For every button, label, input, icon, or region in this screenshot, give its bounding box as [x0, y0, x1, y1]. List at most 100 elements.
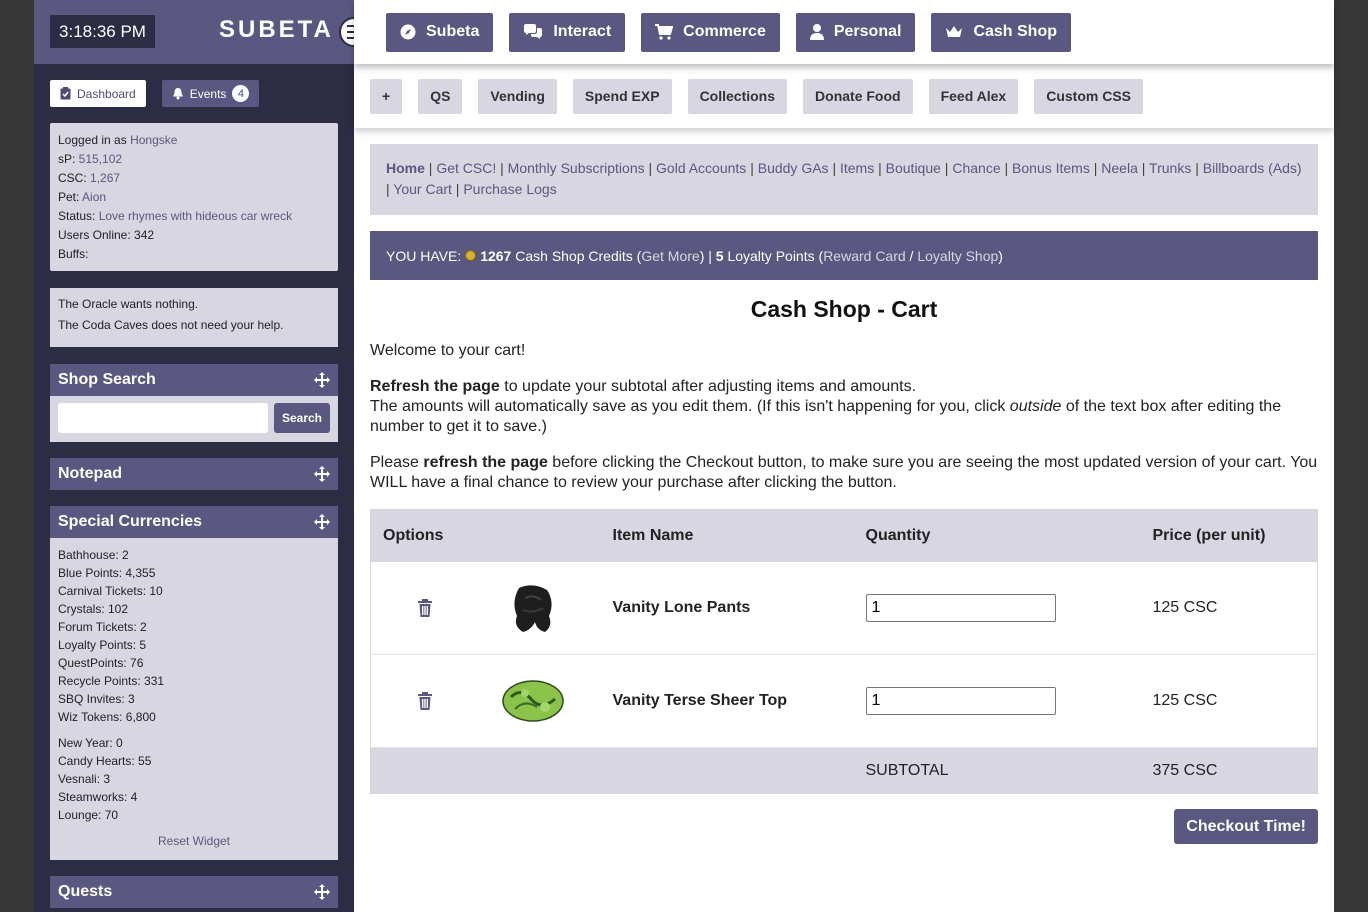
- quantity-input[interactable]: [865, 687, 1056, 715]
- link-items[interactable]: Items: [840, 160, 874, 176]
- quantity-cell: [854, 655, 1141, 748]
- link-purchase-logs[interactable]: Purchase Logs: [463, 181, 556, 197]
- csc-label: Cash Shop Credits: [515, 247, 633, 264]
- sidebar: 3:18:36 PM SUBETA Dashboard Events 4 Log…: [34, 0, 354, 912]
- nav-subeta[interactable]: Subeta: [386, 12, 494, 52]
- item-price: 125 CSC: [1152, 598, 1218, 616]
- tab-dashboard[interactable]: Dashboard: [50, 80, 146, 107]
- subnav-vending[interactable]: Vending: [478, 78, 557, 114]
- link-billboards[interactable]: Billboards (Ads): [1203, 160, 1302, 176]
- welcome-text: Welcome to your cart!: [370, 342, 526, 359]
- crown-icon: [946, 26, 963, 37]
- link-boutique[interactable]: Boutique: [886, 160, 941, 176]
- link-neela[interactable]: Neela: [1101, 160, 1138, 176]
- options-cell: [371, 562, 601, 655]
- link-trunks[interactable]: Trunks: [1149, 160, 1191, 176]
- cart-table: Options Item Name Quantity Price (per un…: [370, 509, 1318, 794]
- checkout-button[interactable]: Checkout Time!: [1174, 809, 1318, 844]
- trash-icon[interactable]: [417, 692, 433, 710]
- nav-interact[interactable]: Interact: [509, 12, 626, 52]
- tab-events[interactable]: Events 4: [161, 80, 260, 107]
- widget-title: Notepad: [58, 465, 122, 482]
- sp-label: sP:: [58, 152, 79, 166]
- top-navigation: Subeta Interact Commerce Personal Cash S…: [354, 0, 1334, 64]
- currency-item: Candy Hearts: 55: [58, 754, 152, 768]
- currency-list: Bathhouse: 2 Blue Points: 4,355 Carnival…: [58, 546, 330, 726]
- subnav-qs[interactable]: QS: [418, 78, 463, 114]
- autosave-text-a: The amounts will automatically save as y…: [370, 398, 1010, 415]
- menu-toggle-button[interactable]: [339, 17, 354, 47]
- nav-interact-label: Interact: [553, 23, 612, 40]
- buffs-label: Buffs:: [58, 247, 89, 261]
- subnav-add[interactable]: +: [370, 78, 403, 114]
- currency-item: Wiz Tokens: 6,800: [58, 710, 156, 724]
- currency-item: Recycle Points: 331: [58, 674, 165, 688]
- link-home[interactable]: Home: [386, 160, 425, 176]
- search-button[interactable]: Search: [274, 403, 330, 433]
- reward-card-link[interactable]: Reward Card: [823, 248, 905, 264]
- link-get-csc[interactable]: Get CSC!: [436, 160, 496, 176]
- site-logo[interactable]: SUBETA: [219, 16, 334, 44]
- item-name: Vanity Lone Pants: [612, 598, 751, 616]
- csc-value-link[interactable]: 1,267: [90, 171, 120, 185]
- move-icon[interactable]: [314, 514, 330, 530]
- bell-icon: [172, 88, 183, 100]
- nav-cash-shop[interactable]: Cash Shop: [931, 12, 1071, 52]
- widget-title: Shop Search: [58, 371, 156, 388]
- status-link[interactable]: Love rhymes with hideous car wreck: [99, 209, 292, 223]
- item-image-top: [502, 680, 564, 722]
- link-monthly-subscriptions[interactable]: Monthly Subscriptions: [508, 160, 645, 176]
- subnav-custom-css[interactable]: Custom CSS: [1034, 78, 1143, 114]
- widget-header[interactable]: Shop Search: [50, 364, 338, 396]
- users-online-value: 342: [134, 228, 155, 242]
- widget-header[interactable]: Notepad: [50, 458, 338, 490]
- header-price: Price (per unit): [1152, 526, 1266, 544]
- item-name: Vanity Terse Sheer Top: [612, 692, 788, 709]
- reset-widget-link[interactable]: Reset Widget: [50, 832, 338, 850]
- move-icon[interactable]: [314, 372, 330, 388]
- status-label: Status:: [58, 209, 99, 223]
- subnav-feed-alex[interactable]: Feed Alex: [928, 78, 1019, 114]
- currency-item: New Year: 0: [58, 736, 123, 750]
- link-your-cart[interactable]: Your Cart: [393, 181, 452, 197]
- nav-commerce[interactable]: Commerce: [641, 12, 780, 52]
- please-text-a: Please: [370, 454, 424, 471]
- please-bold: refresh the page: [423, 454, 548, 471]
- move-icon[interactable]: [314, 884, 330, 900]
- widget-header[interactable]: Special Currencies: [50, 506, 338, 538]
- get-more-link[interactable]: Get More: [641, 248, 699, 264]
- currency-item: Crystals: 102: [58, 602, 129, 616]
- link-bonus-items[interactable]: Bonus Items: [1012, 160, 1090, 176]
- loyalty-shop-link[interactable]: Loyalty Shop: [917, 248, 998, 264]
- trash-icon[interactable]: [417, 598, 433, 617]
- header-quantity: Quantity: [865, 526, 931, 544]
- shopping-cart-icon: [655, 24, 674, 40]
- currency-item: Loyalty Points: 5: [58, 638, 147, 652]
- nav-personal[interactable]: Personal: [795, 12, 916, 52]
- item-price: 125 CSC: [1152, 692, 1218, 709]
- pet-link[interactable]: Aion: [82, 190, 106, 204]
- subtotal-row: SUBTOTAL 375 CSC: [370, 747, 1318, 794]
- cart-row: Vanity Terse Sheer Top 125 CSC: [370, 655, 1318, 748]
- subnav-collections[interactable]: Collections: [687, 78, 788, 114]
- subtotal-label: SUBTOTAL: [865, 761, 949, 779]
- refresh-bold: Refresh the page: [370, 378, 500, 395]
- widget-header[interactable]: Quests: [50, 876, 338, 908]
- shop-search-input[interactable]: [58, 403, 268, 433]
- subnav-donate-food[interactable]: Donate Food: [803, 78, 913, 114]
- subnav-spend-exp[interactable]: Spend EXP: [572, 78, 672, 114]
- event-currency-list: New Year: 0 Candy Hearts: 55 Vesnali: 3 …: [58, 734, 330, 824]
- quantity-cell: [854, 562, 1141, 655]
- events-count-badge: 4: [232, 85, 250, 102]
- username-link[interactable]: Hongske: [130, 133, 177, 147]
- move-icon[interactable]: [314, 466, 330, 482]
- link-chance[interactable]: Chance: [952, 160, 1000, 176]
- logged-in-label: Logged in as: [58, 133, 131, 147]
- tab-events-label: Events: [189, 86, 227, 101]
- special-currencies-widget: Special Currencies Bathhouse: 2 Blue Poi…: [50, 506, 338, 860]
- link-gold-accounts[interactable]: Gold Accounts: [656, 160, 746, 176]
- empty-cell: [371, 748, 601, 794]
- tab-dashboard-label: Dashboard: [77, 86, 136, 101]
- link-buddy-gas[interactable]: Buddy GAs: [758, 160, 829, 176]
- quantity-input[interactable]: [865, 593, 1056, 622]
